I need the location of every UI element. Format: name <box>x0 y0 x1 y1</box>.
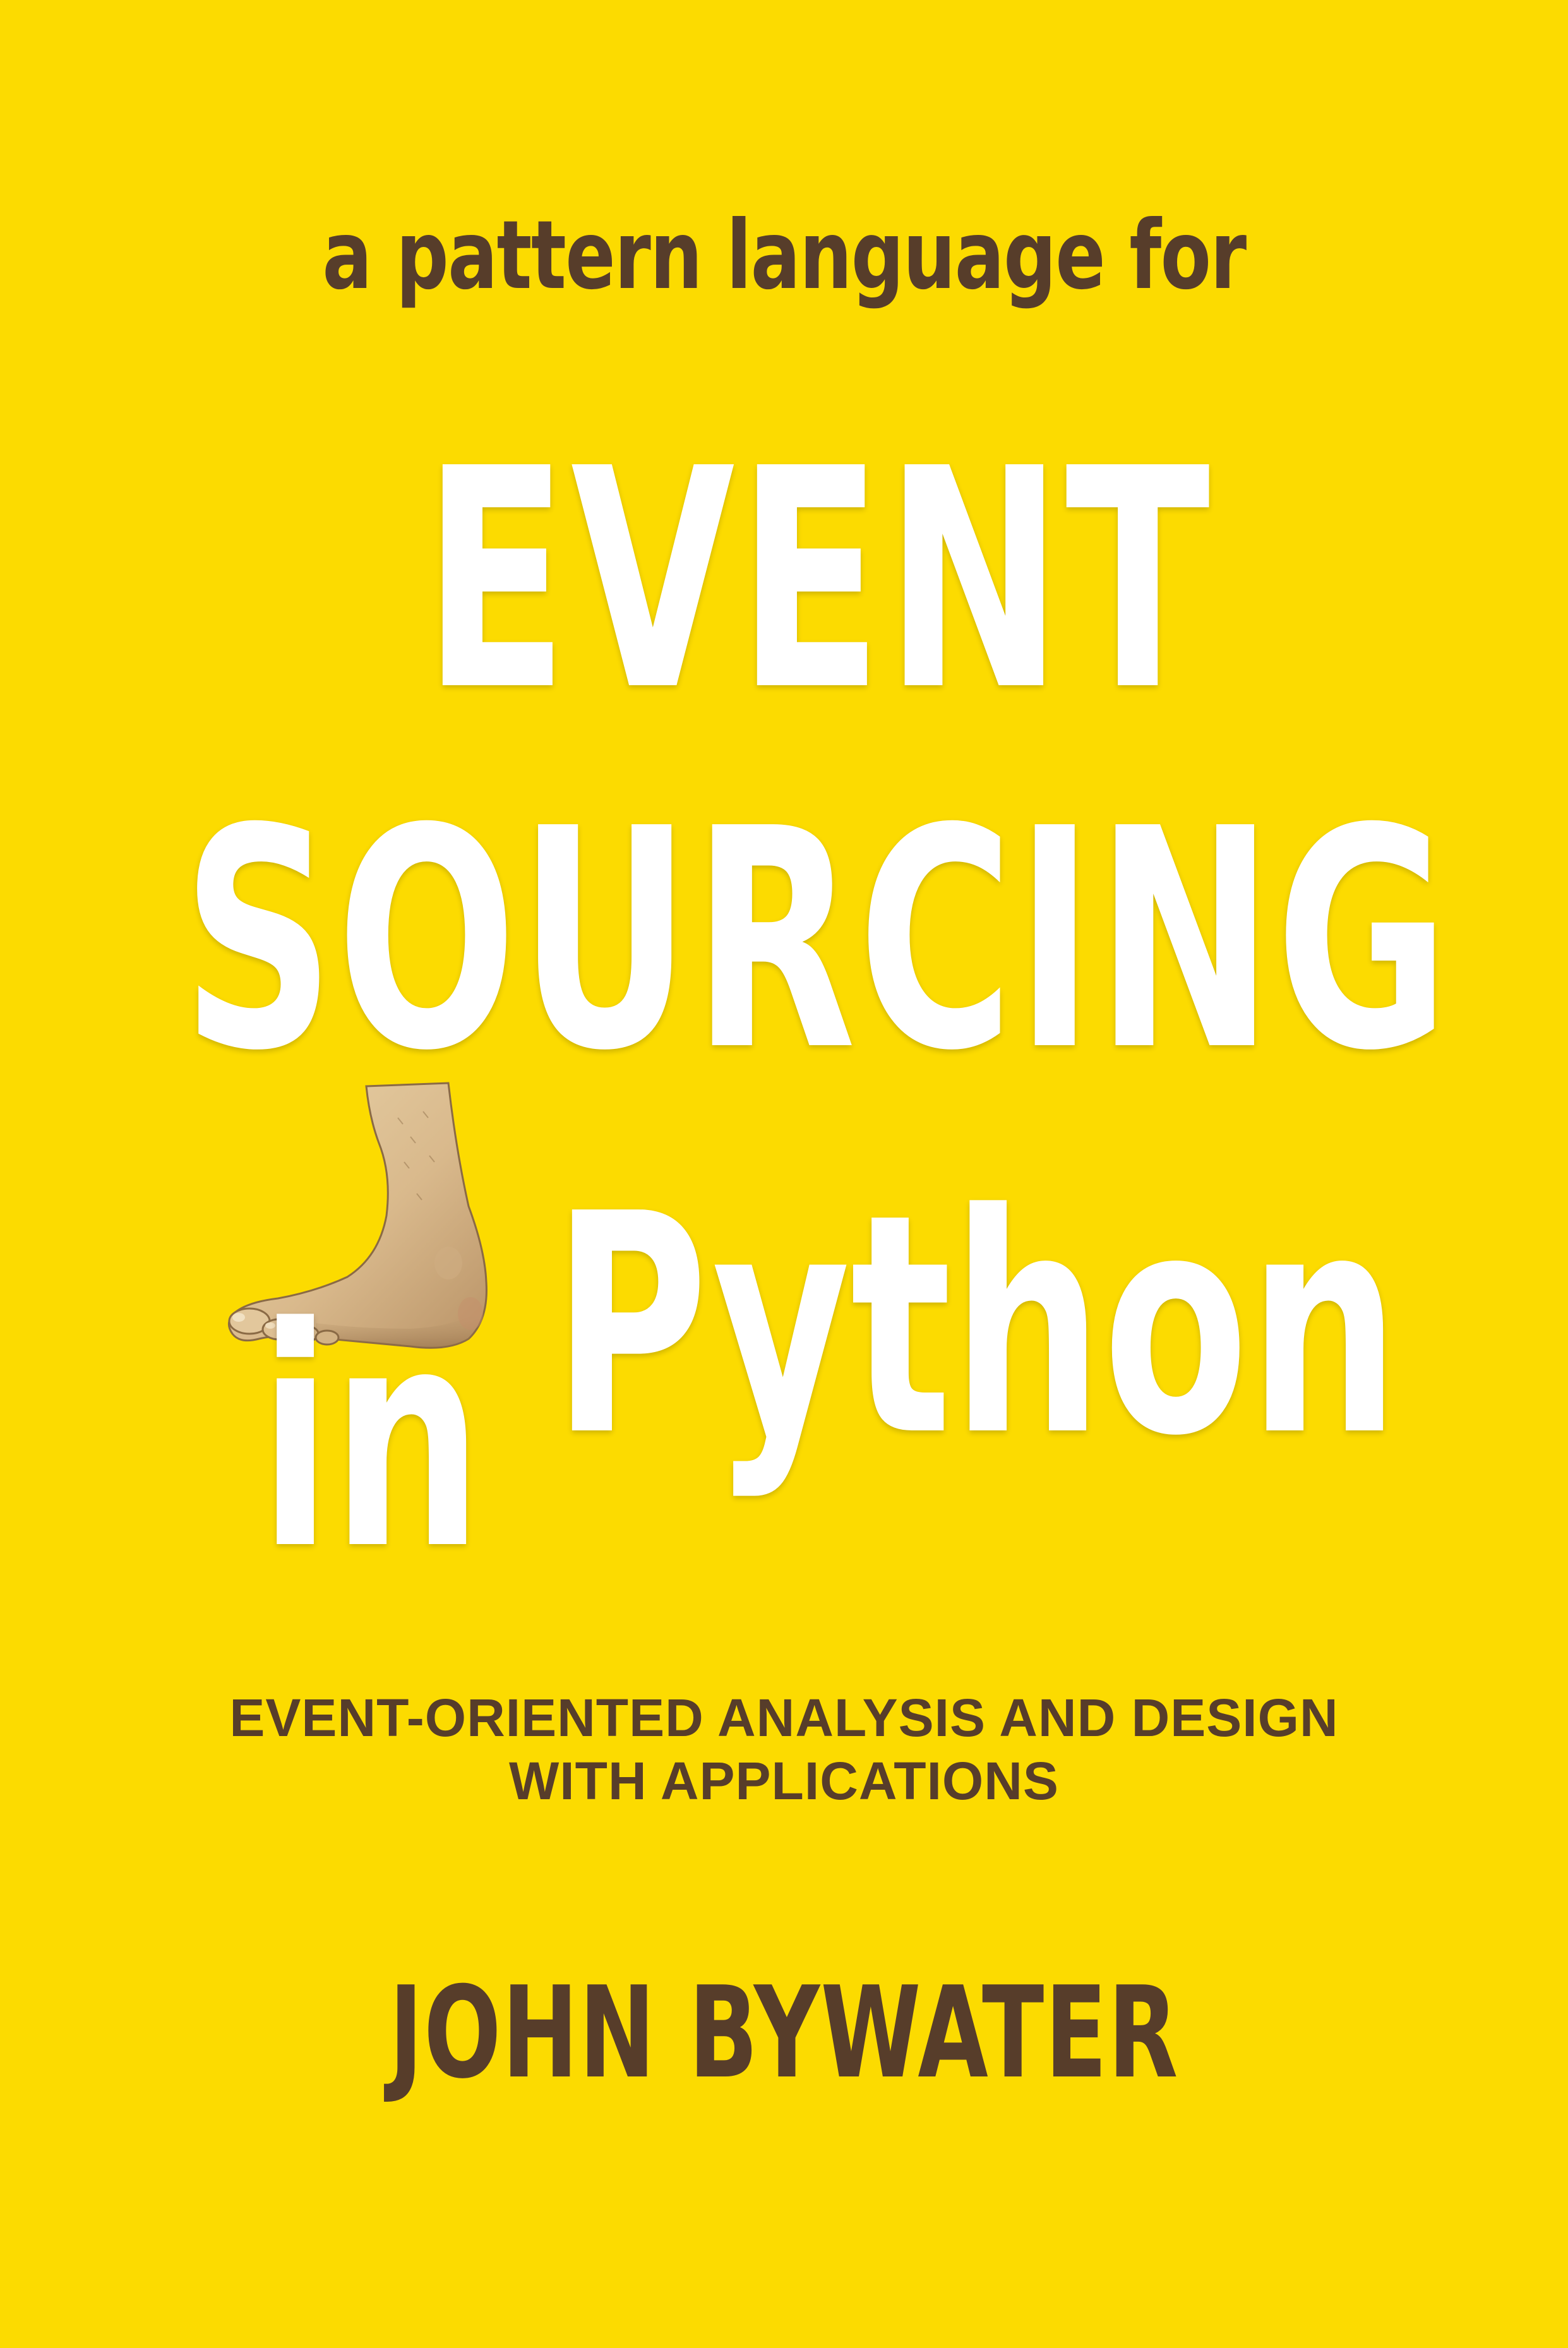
subtitle-line-2: WITH APPLICATIONS <box>509 1751 1059 1811</box>
tagline: a pattern language for <box>322 201 1247 311</box>
title-line-event: EVENT <box>423 404 1213 757</box>
author-name: JOHN BYWATER <box>389 1960 1179 2107</box>
title-line-sourcing: SOURCING <box>182 764 1452 1117</box>
subtitle-line-1: EVENT-ORIENTED ANALYSIS AND DESIGN <box>229 1688 1339 1747</box>
book-cover: a pattern language for EVENT SOURCING in… <box>0 0 1568 2348</box>
subtitle: EVENT-ORIENTED ANALYSIS AND DESIGN WITH … <box>0 1686 1568 1812</box>
title-line-python: Python <box>553 1149 1400 1502</box>
title-line-in: in <box>259 1263 483 1616</box>
